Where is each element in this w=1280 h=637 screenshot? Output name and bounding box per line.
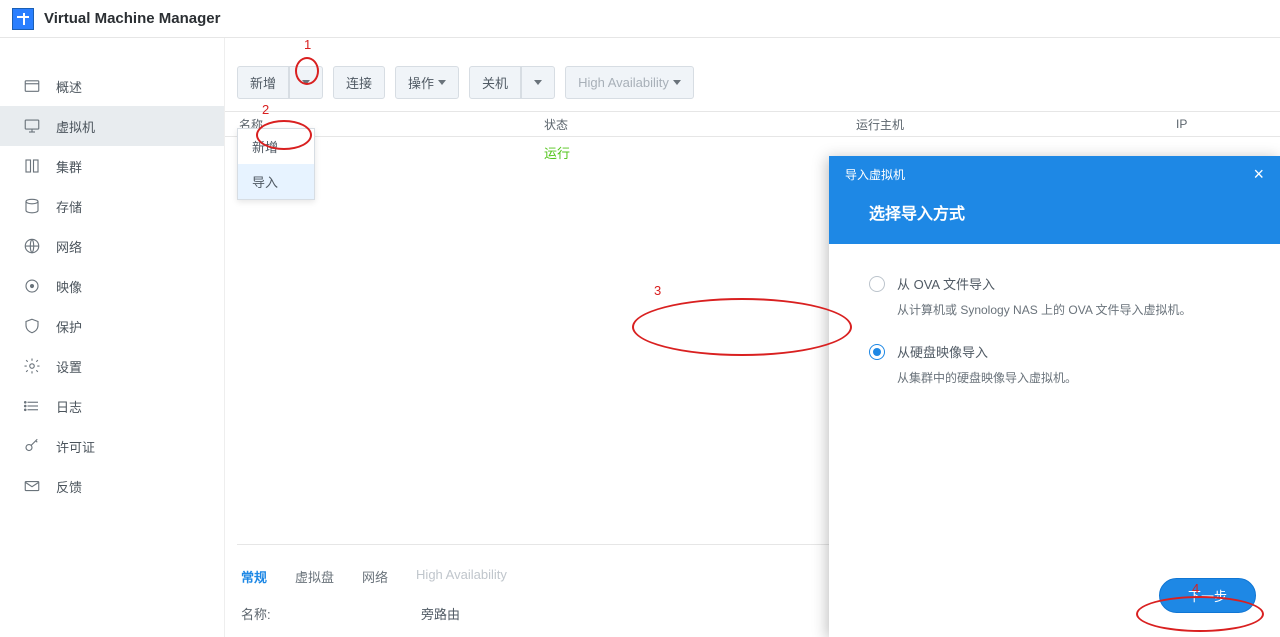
chevron-down-icon (673, 80, 681, 85)
tab-ha[interactable]: High Availability (416, 567, 507, 586)
overview-icon (22, 76, 42, 96)
add-button[interactable]: 新增 (237, 66, 289, 99)
main-area: 新增 连接 操作 关机 High Availability 新增 导入 名称 状… (225, 38, 1280, 637)
col-header-host[interactable]: 运行主机 (856, 116, 1176, 133)
shutdown-dropdown-toggle[interactable] (521, 66, 555, 99)
toolbar: 新增 连接 操作 关机 High Availability (225, 38, 1280, 99)
network-icon (22, 236, 42, 256)
detail-name-label: 名称: (241, 604, 421, 623)
sidebar-item-label: 映像 (56, 277, 82, 296)
tab-vdisk[interactable]: 虚拟盘 (295, 567, 334, 586)
sidebar-item-logs[interactable]: 日志 (0, 386, 224, 426)
sidebar-item-protection[interactable]: 保护 (0, 306, 224, 346)
chevron-down-icon (302, 80, 310, 85)
radio-desc-ova: 从计算机或 Synology NAS 上的 OVA 文件导入虚拟机。 (897, 301, 1240, 318)
list-icon (22, 396, 42, 416)
sidebar-item-settings[interactable]: 设置 (0, 346, 224, 386)
col-header-ip[interactable]: IP (1176, 117, 1280, 131)
radio-label: 从 OVA 文件导入 (897, 274, 995, 293)
dropdown-item-add[interactable]: 新增 (238, 129, 314, 164)
sidebar-item-label: 日志 (56, 397, 82, 416)
ha-button[interactable]: High Availability (565, 66, 694, 99)
sidebar-item-label: 概述 (56, 77, 82, 96)
sidebar-item-label: 设置 (56, 357, 82, 376)
cluster-icon (22, 156, 42, 176)
sidebar-item-label: 虚拟机 (56, 117, 95, 136)
sidebar-item-overview[interactable]: 概述 (0, 66, 224, 106)
radio-option-disk-image[interactable]: 从硬盘映像导入 (869, 342, 1240, 361)
dialog-subtitle: 选择导入方式 (845, 192, 1264, 244)
chevron-down-icon (534, 80, 542, 85)
add-dropdown-toggle[interactable] (289, 66, 323, 99)
tab-general[interactable]: 常规 (241, 567, 267, 586)
sidebar-item-label: 反馈 (56, 477, 82, 496)
close-icon[interactable]: × (1253, 164, 1264, 185)
dialog-title: 导入虚拟机 (845, 166, 905, 183)
col-header-state[interactable]: 状态 (544, 116, 856, 133)
radio-label: 从硬盘映像导入 (897, 342, 988, 361)
shield-icon (22, 316, 42, 336)
sidebar-item-label: 许可证 (56, 437, 95, 456)
sidebar: 概述 虚拟机 集群 存储 网络 映像 保护 设置 (0, 38, 225, 637)
vm-icon (22, 116, 42, 136)
cell-state: 运行 (544, 143, 856, 162)
sidebar-item-label: 网络 (56, 237, 82, 256)
connect-button[interactable]: 连接 (333, 66, 385, 99)
key-icon (22, 436, 42, 456)
chevron-down-icon (438, 80, 446, 85)
radio-option-ova[interactable]: 从 OVA 文件导入 (869, 274, 1240, 293)
action-button[interactable]: 操作 (395, 66, 459, 99)
sidebar-item-license[interactable]: 许可证 (0, 426, 224, 466)
sidebar-item-storage[interactable]: 存储 (0, 186, 224, 226)
radio-icon (869, 344, 885, 360)
sidebar-item-label: 存储 (56, 197, 82, 216)
image-icon (22, 276, 42, 296)
add-dropdown-menu: 新增 导入 (237, 128, 315, 200)
sidebar-item-label: 集群 (56, 157, 82, 176)
radio-icon (869, 276, 885, 292)
sidebar-item-cluster[interactable]: 集群 (0, 146, 224, 186)
app-logo-icon (12, 8, 34, 30)
shutdown-button[interactable]: 关机 (469, 66, 521, 99)
app-title: Virtual Machine Manager (44, 10, 220, 27)
mail-icon (22, 476, 42, 496)
storage-icon (22, 196, 42, 216)
sidebar-item-vm[interactable]: 虚拟机 (0, 106, 224, 146)
vm-table-header: 名称 状态 运行主机 IP (225, 111, 1280, 137)
sidebar-item-network[interactable]: 网络 (0, 226, 224, 266)
tab-network[interactable]: 网络 (362, 567, 388, 586)
sidebar-item-image[interactable]: 映像 (0, 266, 224, 306)
import-vm-dialog: 导入虚拟机 × 选择导入方式 从 OVA 文件导入 从计算机或 Synology… (829, 156, 1280, 637)
dropdown-item-import[interactable]: 导入 (238, 164, 314, 199)
detail-name-value: 旁路由 (421, 604, 460, 623)
gear-icon (22, 356, 42, 376)
radio-desc-disk-image: 从集群中的硬盘映像导入虚拟机。 (897, 369, 1240, 386)
sidebar-item-label: 保护 (56, 317, 82, 336)
next-button[interactable]: 下一步 (1159, 578, 1256, 613)
sidebar-item-feedback[interactable]: 反馈 (0, 466, 224, 506)
